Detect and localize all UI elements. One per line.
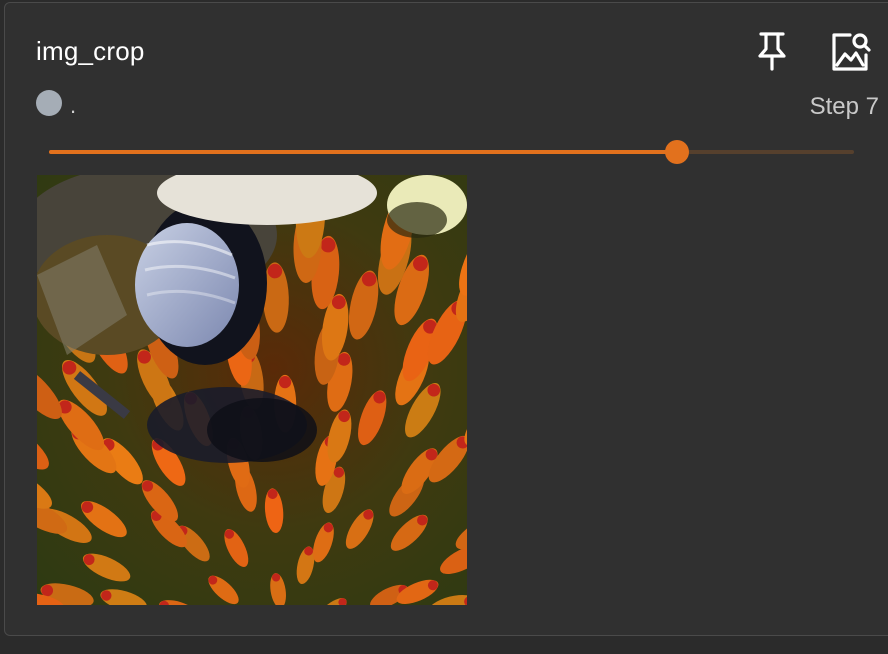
step-slider[interactable] (49, 138, 854, 168)
run-color-dot (36, 90, 62, 116)
image-search-icon (832, 33, 871, 71)
step-label: Step 7 (809, 93, 879, 120)
card-title: img_crop (36, 36, 145, 66)
image-search-button[interactable] (828, 29, 872, 73)
run-label: . (70, 93, 77, 118)
bee-on-coneflower-image (37, 175, 467, 605)
image-card: img_crop . Step 7 (4, 2, 888, 636)
slider-thumb[interactable] (664, 140, 689, 164)
cropped-image (37, 175, 467, 605)
pin-button[interactable] (750, 29, 794, 73)
slider-fill (49, 150, 677, 154)
pin-icon (758, 32, 786, 71)
